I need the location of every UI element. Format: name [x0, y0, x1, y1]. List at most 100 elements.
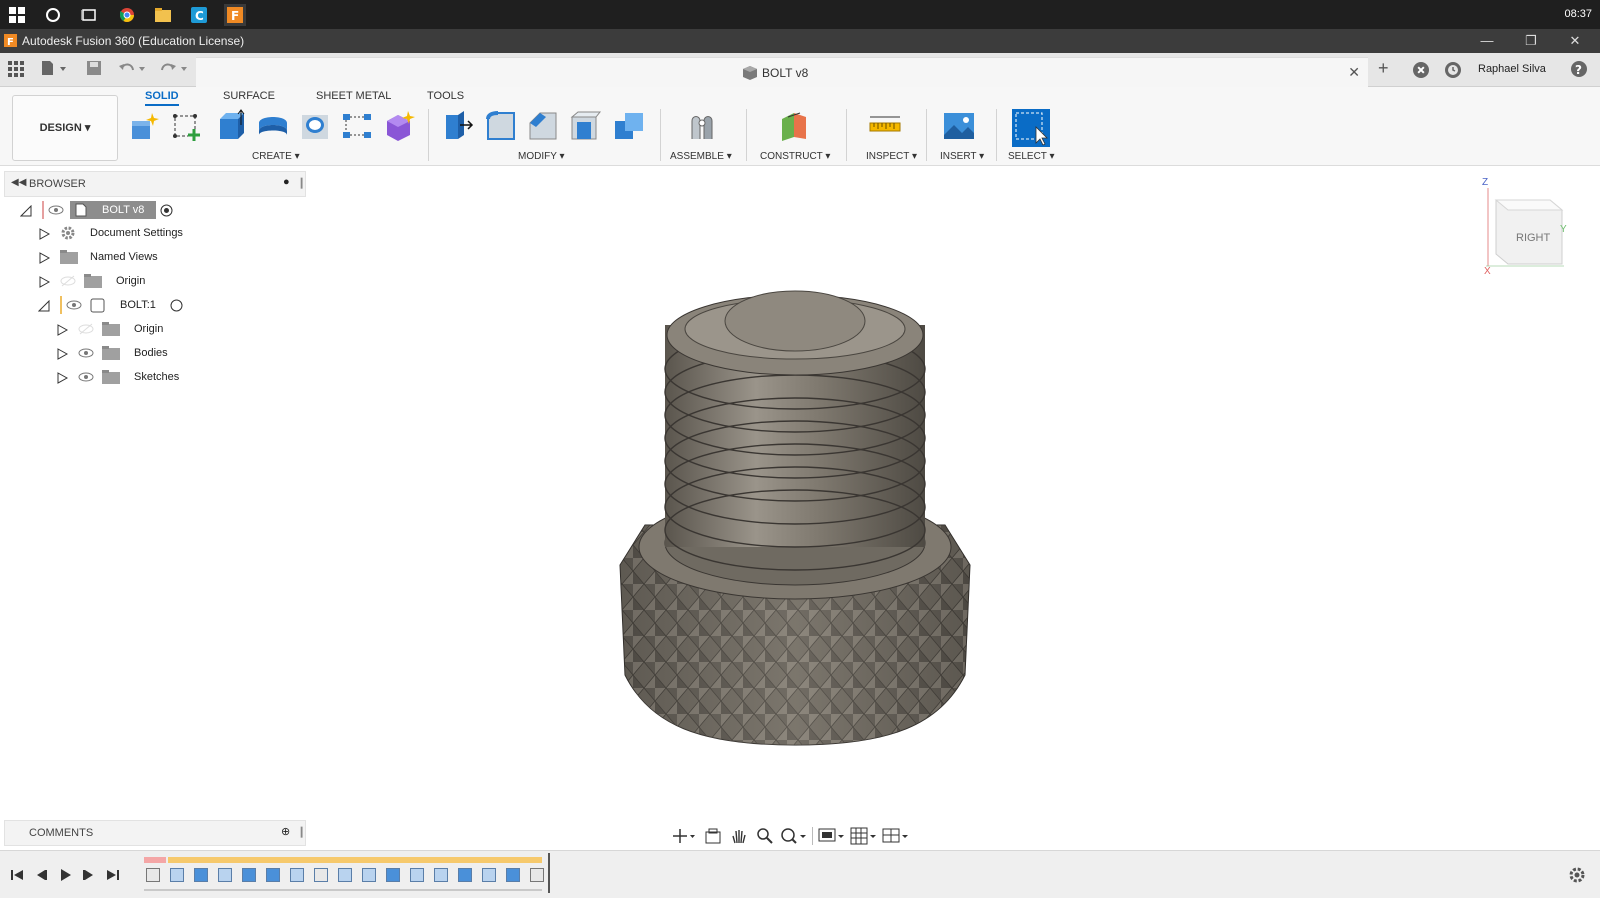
- file-menu-icon[interactable]: [40, 60, 68, 76]
- timeline-settings-gear-icon[interactable]: [1568, 866, 1586, 884]
- tree-item-bodies[interactable]: Bodies: [0, 343, 300, 365]
- construct-group-label[interactable]: CONSTRUCT ▾: [760, 151, 830, 162]
- file-explorer-icon[interactable]: [152, 4, 174, 26]
- rectangular-pattern-icon[interactable]: [340, 109, 374, 143]
- notifications-clock-icon[interactable]: [1444, 61, 1462, 79]
- tree-root-row[interactable]: BOLT v8: [0, 200, 300, 222]
- timeline-sketch-feature[interactable]: [362, 868, 376, 882]
- expanded-triangle-icon[interactable]: [20, 205, 32, 217]
- activate-radio-icon[interactable]: [160, 204, 173, 217]
- help-icon[interactable]: ?: [1570, 60, 1588, 78]
- chamfer-icon[interactable]: [526, 109, 560, 143]
- select-tool-button[interactable]: [1012, 109, 1050, 147]
- chrome-icon[interactable]: [116, 4, 138, 26]
- revolve-icon[interactable]: [256, 109, 290, 143]
- extrude-icon[interactable]: [214, 109, 248, 143]
- redo-icon[interactable]: [160, 60, 190, 76]
- play-icon[interactable]: [58, 868, 72, 882]
- hole-icon[interactable]: [298, 109, 332, 143]
- tree-item-named-views[interactable]: Named Views: [0, 247, 300, 269]
- expanded-triangle-icon[interactable]: [38, 300, 50, 312]
- timeline-sketch-feature[interactable]: [482, 868, 496, 882]
- cortana-c-icon[interactable]: C: [188, 4, 210, 26]
- hidden-eye-icon[interactable]: [60, 275, 76, 287]
- close-window-button[interactable]: ✕: [1560, 31, 1590, 51]
- inspect-group-label[interactable]: INSPECT ▾: [866, 151, 917, 162]
- display-settings-icon[interactable]: [818, 827, 846, 845]
- timeline-component-feature[interactable]: [530, 868, 544, 882]
- browser-minimize-icon[interactable]: ●: [283, 176, 290, 188]
- timeline-thread-feature[interactable]: [266, 868, 280, 882]
- new-component-icon[interactable]: [128, 109, 162, 143]
- activate-radio-icon[interactable]: [170, 299, 183, 312]
- go-to-start-icon[interactable]: [10, 868, 24, 882]
- save-icon[interactable]: [86, 60, 102, 76]
- timeline-pattern-feature[interactable]: [338, 868, 352, 882]
- pan-hand-icon[interactable]: [730, 827, 748, 845]
- collapsed-triangle-icon[interactable]: [56, 348, 68, 360]
- assemble-group-label[interactable]: ASSEMBLE ▾: [670, 151, 732, 162]
- browser-pin-icon[interactable]: ❙: [297, 176, 306, 189]
- close-tab-icon[interactable]: ✕: [1348, 64, 1360, 81]
- tab-tools[interactable]: TOOLS: [427, 90, 464, 102]
- timeline-coil-feature[interactable]: [410, 868, 424, 882]
- tree-item-origin[interactable]: Origin: [0, 271, 300, 293]
- user-name[interactable]: Raphael Silva: [1478, 63, 1546, 75]
- bolt-3d-model[interactable]: [600, 285, 990, 760]
- collapsed-triangle-icon[interactable]: [56, 324, 68, 336]
- tree-item-document-settings[interactable]: Document Settings: [0, 223, 300, 245]
- fusion-app-icon[interactable]: F: [224, 4, 246, 26]
- timeline-sketch-feature[interactable]: [170, 868, 184, 882]
- tree-item-component[interactable]: BOLT:1: [0, 295, 300, 317]
- timeline-playhead[interactable]: [548, 853, 550, 893]
- collapsed-triangle-icon[interactable]: [38, 228, 50, 240]
- step-forward-icon[interactable]: [82, 868, 96, 882]
- app-grid-icon[interactable]: [8, 61, 24, 77]
- add-comment-icon[interactable]: ⊕: [281, 825, 290, 838]
- tab-surface[interactable]: SURFACE: [223, 90, 275, 102]
- step-back-icon[interactable]: [34, 868, 48, 882]
- shell-icon[interactable]: [568, 109, 602, 143]
- create-group-label[interactable]: CREATE ▾: [252, 151, 300, 162]
- hidden-eye-icon[interactable]: [78, 323, 94, 335]
- minimize-button[interactable]: —: [1472, 31, 1502, 51]
- timeline-thread-feature[interactable]: [242, 868, 256, 882]
- new-tab-icon[interactable]: +: [1378, 58, 1389, 79]
- go-to-end-icon[interactable]: [106, 868, 120, 882]
- visibility-eye-icon[interactable]: [78, 347, 94, 359]
- timeline-component-feature[interactable]: [146, 868, 160, 882]
- document-tab[interactable]: BOLT v8 ✕: [196, 57, 1368, 87]
- timeline-mirror-feature[interactable]: [314, 868, 328, 882]
- collapse-browser-icon[interactable]: ◀◀: [11, 177, 26, 188]
- insert-group-label[interactable]: INSERT ▾: [940, 151, 984, 162]
- visibility-eye-icon[interactable]: [48, 204, 64, 216]
- timeline-extrude-feature[interactable]: [458, 868, 472, 882]
- tab-sheet-metal[interactable]: SHEET METAL: [316, 90, 391, 102]
- collapsed-triangle-icon[interactable]: [56, 372, 68, 384]
- viewcube[interactable]: Z Y X RIGHT: [1480, 177, 1570, 280]
- viewports-icon[interactable]: [882, 827, 910, 845]
- comments-pin-icon[interactable]: ❙: [297, 825, 306, 838]
- restore-button[interactable]: ❐: [1516, 31, 1546, 51]
- fillet-icon[interactable]: [484, 109, 518, 143]
- timeline-extrude-feature[interactable]: [386, 868, 400, 882]
- fit-icon[interactable]: [780, 827, 808, 845]
- visibility-eye-icon[interactable]: [78, 371, 94, 383]
- visibility-eye-icon[interactable]: [66, 299, 82, 311]
- timeline-sketch-feature[interactable]: [434, 868, 448, 882]
- offset-plane-icon[interactable]: [778, 109, 812, 143]
- zoom-icon[interactable]: [756, 827, 774, 845]
- timeline-extrude-feature[interactable]: [506, 868, 520, 882]
- timeline-extrude-feature[interactable]: [194, 868, 208, 882]
- create-sketch-icon[interactable]: [170, 109, 204, 143]
- search-circle-icon[interactable]: [42, 4, 64, 26]
- tree-item-origin-nested[interactable]: Origin: [0, 319, 300, 341]
- orbit-icon[interactable]: [672, 827, 696, 845]
- task-view-icon[interactable]: [78, 4, 100, 26]
- undo-icon[interactable]: [118, 60, 148, 76]
- job-status-icon[interactable]: [1412, 61, 1430, 79]
- combine-icon[interactable]: [612, 109, 646, 143]
- create-form-icon[interactable]: [382, 109, 416, 143]
- timeline-revolve-feature[interactable]: [218, 868, 232, 882]
- joint-icon[interactable]: [686, 109, 720, 143]
